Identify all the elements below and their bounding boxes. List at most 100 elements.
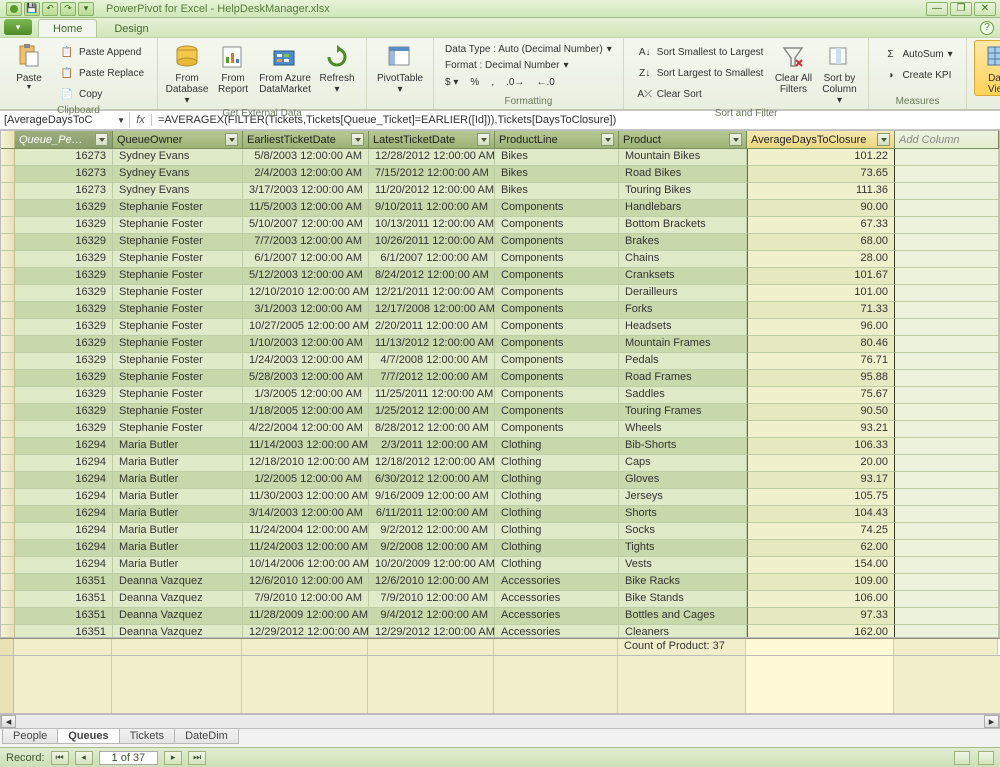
cell-product[interactable]: Bib-Shorts <box>619 438 747 455</box>
from-database-button[interactable]: From Database ▾ <box>165 40 209 107</box>
cell-latest[interactable]: 7/15/2012 12:00:00 AM <box>369 166 495 183</box>
table-row[interactable]: 16329Stephanie Foster6/1/2007 12:00:00 A… <box>1 251 999 268</box>
table-row[interactable]: 16351Deanna Vazquez12/29/2012 12:00:00 A… <box>1 625 999 637</box>
cell-productline[interactable]: Accessories <box>495 608 619 625</box>
cell-id[interactable]: 16294 <box>15 438 113 455</box>
cell-earliest[interactable]: 7/9/2010 12:00:00 AM <box>243 591 369 608</box>
cell-latest[interactable]: 10/26/2011 12:00:00 AM <box>369 234 495 251</box>
sort-asc-button[interactable]: A↓Sort Smallest to Largest <box>632 42 769 62</box>
cell-avg[interactable]: 101.22 <box>747 149 895 166</box>
cell-product[interactable]: Bike Stands <box>619 591 747 608</box>
cell-avg[interactable]: 105.75 <box>747 489 895 506</box>
cell-earliest[interactable]: 11/30/2003 12:00:00 AM <box>243 489 369 506</box>
table-row[interactable]: 16351Deanna Vazquez12/6/2010 12:00:00 AM… <box>1 574 999 591</box>
cell-product[interactable]: Forks <box>619 302 747 319</box>
table-row[interactable]: 16329Stephanie Foster4/22/2004 12:00:00 … <box>1 421 999 438</box>
cell-add[interactable] <box>895 489 999 506</box>
cell-product[interactable]: Brakes <box>619 234 747 251</box>
cell-avg[interactable]: 75.67 <box>747 387 895 404</box>
cell-latest[interactable]: 9/2/2012 12:00:00 AM <box>369 523 495 540</box>
cell-earliest[interactable]: 12/18/2010 12:00:00 AM <box>243 455 369 472</box>
nav-prev-icon[interactable]: ◂ <box>75 751 93 765</box>
cell-avg[interactable]: 28.00 <box>747 251 895 268</box>
cell-productline[interactable]: Components <box>495 421 619 438</box>
cell-earliest[interactable]: 11/24/2003 12:00:00 AM <box>243 540 369 557</box>
row-selector[interactable] <box>1 285 15 302</box>
cell-avg[interactable]: 62.00 <box>747 540 895 557</box>
cell-productline[interactable]: Components <box>495 353 619 370</box>
qat-undo-icon[interactable]: ↶ <box>42 2 58 16</box>
paste-button[interactable]: Paste ▼ <box>7 40 51 92</box>
close-button[interactable]: ✕ <box>974 2 996 16</box>
cell-productline[interactable]: Components <box>495 251 619 268</box>
row-selector[interactable] <box>1 506 15 523</box>
row-selector[interactable] <box>1 353 15 370</box>
col-header-queue-pe[interactable]: Queue_Pe… <box>15 131 113 148</box>
cell-latest[interactable]: 7/9/2010 12:00:00 AM <box>369 591 495 608</box>
calc-cell[interactable] <box>242 639 368 655</box>
scroll-right-icon[interactable]: ▸ <box>984 715 999 728</box>
cell-add[interactable] <box>895 608 999 625</box>
calc-cell[interactable] <box>14 639 112 655</box>
cell-id[interactable]: 16329 <box>15 353 113 370</box>
table-row[interactable]: 16294Maria Butler3/14/2003 12:00:00 AM6/… <box>1 506 999 523</box>
cell-product[interactable]: Handlebars <box>619 200 747 217</box>
cell-avg[interactable]: 71.33 <box>747 302 895 319</box>
cell-productline[interactable]: Components <box>495 336 619 353</box>
cell-add[interactable] <box>895 523 999 540</box>
cell-product[interactable]: Caps <box>619 455 747 472</box>
cell-avg[interactable]: 20.00 <box>747 455 895 472</box>
cell-latest[interactable]: 2/3/2011 12:00:00 AM <box>369 438 495 455</box>
format-dropdown[interactable]: Format : Decimal Number ▾ <box>440 58 574 73</box>
cell-avg[interactable]: 73.65 <box>747 166 895 183</box>
diagram-view-icon[interactable] <box>978 751 994 765</box>
copy-button[interactable]: 📄Copy <box>54 84 149 104</box>
cell-earliest[interactable]: 3/17/2003 12:00:00 AM <box>243 183 369 200</box>
cell-product[interactable]: Road Frames <box>619 370 747 387</box>
cell-earliest[interactable]: 7/7/2003 12:00:00 AM <box>243 234 369 251</box>
cell-add[interactable] <box>895 370 999 387</box>
cell-avg[interactable]: 67.33 <box>747 217 895 234</box>
cell-avg[interactable]: 90.50 <box>747 404 895 421</box>
cell-id[interactable]: 16294 <box>15 540 113 557</box>
cell-earliest[interactable]: 1/3/2005 12:00:00 AM <box>243 387 369 404</box>
row-selector[interactable] <box>1 336 15 353</box>
cell-owner[interactable]: Deanna Vazquez <box>113 608 243 625</box>
cell-add[interactable] <box>895 268 999 285</box>
cell-productline[interactable]: Clothing <box>495 472 619 489</box>
cell-earliest[interactable]: 10/27/2005 12:00:00 AM <box>243 319 369 336</box>
calc-cell[interactable] <box>112 639 242 655</box>
cell-owner[interactable]: Stephanie Foster <box>113 200 243 217</box>
cell-id[interactable]: 16329 <box>15 200 113 217</box>
row-selector[interactable] <box>1 268 15 285</box>
from-report-button[interactable]: From Report <box>211 40 255 96</box>
tab-home[interactable]: Home <box>38 19 97 37</box>
filter-icon[interactable] <box>877 133 890 146</box>
cell-latest[interactable]: 6/1/2007 12:00:00 AM <box>369 251 495 268</box>
table-row[interactable]: 16273Sydney Evans3/17/2003 12:00:00 AM11… <box>1 183 999 200</box>
cell-product[interactable]: Touring Frames <box>619 404 747 421</box>
calc-cell-count[interactable]: Count of Product: 37 <box>618 639 746 655</box>
cell-latest[interactable]: 12/18/2012 12:00:00 AM <box>369 455 495 472</box>
cell-id[interactable]: 16329 <box>15 234 113 251</box>
cell-id[interactable]: 16294 <box>15 557 113 574</box>
row-selector[interactable] <box>1 438 15 455</box>
calc-cell[interactable] <box>894 639 998 655</box>
cell-product[interactable]: Cranksets <box>619 268 747 285</box>
cell-productline[interactable]: Clothing <box>495 489 619 506</box>
cell-id[interactable]: 16329 <box>15 217 113 234</box>
col-header-earliest[interactable]: EarliestTicketDate <box>243 131 369 148</box>
cell-add[interactable] <box>895 183 999 200</box>
cell-productline[interactable]: Components <box>495 370 619 387</box>
clear-sort-button[interactable]: A⤫Clear Sort <box>632 84 769 104</box>
cell-earliest[interactable]: 11/28/2009 12:00:00 AM <box>243 608 369 625</box>
cell-latest[interactable]: 11/20/2012 12:00:00 AM <box>369 183 495 200</box>
row-selector[interactable] <box>1 608 15 625</box>
cell-product[interactable]: Bike Racks <box>619 574 747 591</box>
cell-owner[interactable]: Stephanie Foster <box>113 353 243 370</box>
sheet-datedim[interactable]: DateDim <box>174 729 239 744</box>
cell-owner[interactable]: Stephanie Foster <box>113 251 243 268</box>
cell-add[interactable] <box>895 625 999 637</box>
table-row[interactable]: 16329Stephanie Foster1/18/2005 12:00:00 … <box>1 404 999 421</box>
cell-productline[interactable]: Clothing <box>495 438 619 455</box>
